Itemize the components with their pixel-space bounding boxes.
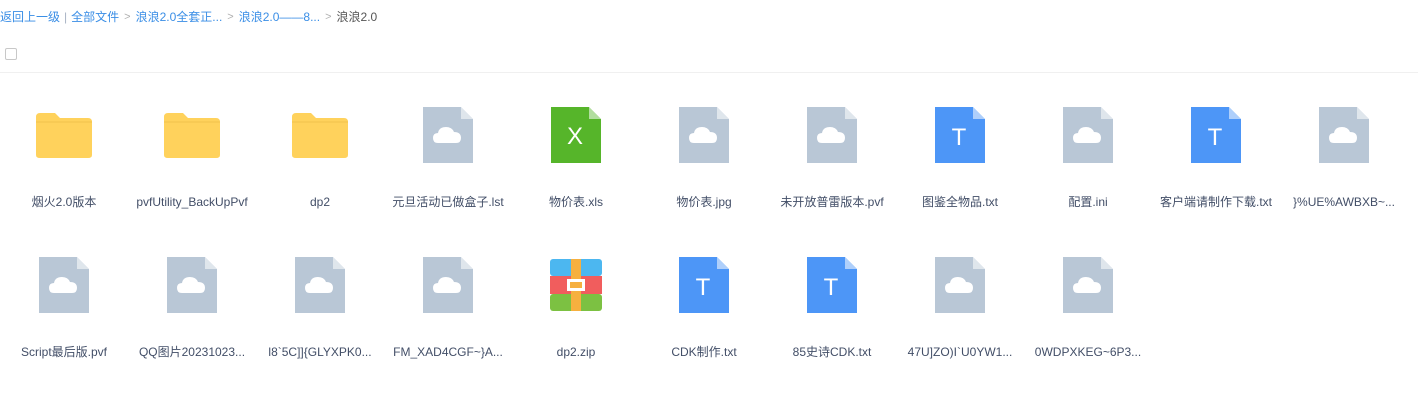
svg-text:T: T [824,274,839,301]
file-name: Script最后版.pvf [20,345,108,359]
file-name: dp2.zip [556,345,596,359]
zip-file-icon [512,254,640,316]
text-file-icon: T [768,254,896,316]
file-name: 0WDPXKEG~6P3... [1034,345,1142,359]
file-name: 物价表.jpg [676,195,732,209]
unknown-file-icon [1024,254,1152,316]
unknown-file-icon [1280,104,1408,166]
file-name: l8`5C]]{GLYXPK0... [268,345,372,359]
folder-icon [0,104,128,166]
file-name: FM_XAD4CGF~}A... [393,345,503,359]
text-file-icon: T [896,104,1024,166]
unknown-file-icon [0,254,128,316]
unknown-file-icon [384,254,512,316]
file-name: CDK制作.txt [671,345,737,359]
svg-text:T: T [696,274,711,301]
text-file-icon: T [640,254,768,316]
svg-text:T: T [952,124,967,151]
file-name: 物价表.xls [548,195,603,209]
unknown-file-icon [768,104,896,166]
file-name: 客户端请制作下载.txt [1159,195,1272,209]
file-name: 烟火2.0版本 [31,195,97,209]
unknown-file-icon [128,254,256,316]
file-name: 85史诗CDK.txt [792,345,872,359]
file-name: 未开放普雷版本.pvf [780,195,884,209]
unknown-file-icon [896,254,1024,316]
file-grid: 烟火2.0版本 pvfUtility_BackUpPvf dp2 元旦活动已做盒子.l… [0,0,1418,413]
unknown-file-icon [384,104,512,166]
excel-file-icon: X [512,104,640,166]
file-name: QQ图片20231023... [138,345,246,359]
folder-icon [256,104,384,166]
folder-icon [128,104,256,166]
file-name: 47U]ZO)I`U0YW1... [907,345,1013,359]
file-name: 图鉴全物品.txt [921,195,998,209]
file-name: }%UE%AWBXB~... [1293,195,1395,209]
unknown-file-icon [256,254,384,316]
file-name: pvfUtility_BackUpPvf [136,195,248,209]
svg-text:T: T [1208,124,1223,151]
unknown-file-icon [640,104,768,166]
text-file-icon: T [1152,104,1280,166]
file-name: dp2 [309,195,331,209]
unknown-file-icon [1024,104,1152,166]
file-name: 配置.ini [1068,195,1108,209]
file-name: 元旦活动已做盒子.lst [392,195,504,209]
svg-text:X: X [567,123,583,150]
